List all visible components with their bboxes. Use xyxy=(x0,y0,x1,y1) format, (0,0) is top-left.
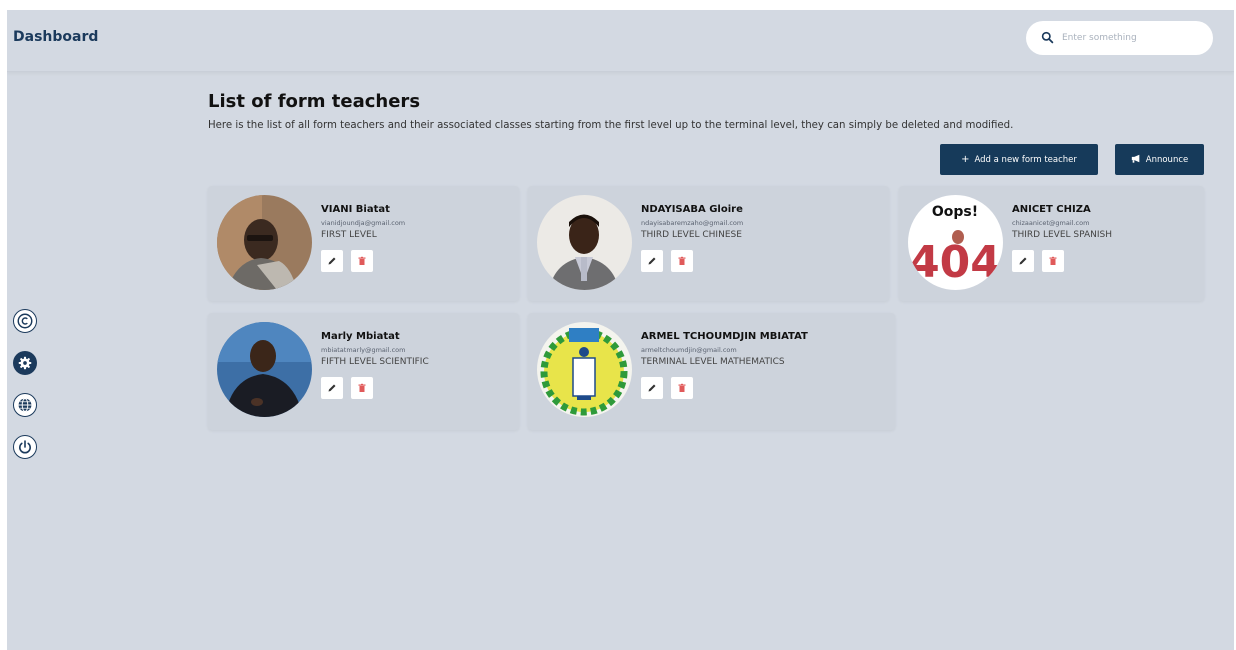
page-title: List of form teachers xyxy=(208,91,421,112)
teacher-email: ndayisabaremzaho@gmail.com xyxy=(641,219,744,227)
teacher-level: FIFTH LEVEL SCIENTIFIC xyxy=(321,357,429,367)
copyright-icon xyxy=(17,313,33,329)
teacher-name: NDAYISABA Gloire xyxy=(641,204,743,215)
delete-button[interactable] xyxy=(351,250,373,272)
delete-button[interactable] xyxy=(1042,250,1064,272)
card-actions xyxy=(641,250,743,272)
plus-icon: + xyxy=(961,154,970,165)
teacher-avatar: Oops! 404 xyxy=(908,195,1003,290)
card-actions xyxy=(641,377,808,399)
power-icon xyxy=(19,440,31,454)
side-rail xyxy=(13,309,39,477)
teacher-email: vianidjoundja@gmail.com xyxy=(321,219,406,227)
globe-icon xyxy=(18,398,32,412)
teacher-name: Marly Mbiatat xyxy=(321,331,400,342)
teacher-level: FIRST LEVEL xyxy=(321,230,377,240)
app-title: Dashboard xyxy=(13,29,99,45)
teacher-avatar xyxy=(217,195,312,290)
teacher-level: THIRD LEVEL SPANISH xyxy=(1012,230,1112,240)
copyright-button[interactable] xyxy=(13,309,37,333)
teacher-card: Marly Mbiatat mbiatatmarly@gmail.com FIF… xyxy=(208,313,519,430)
add-form-teacher-button[interactable]: + Add a new form teacher xyxy=(940,144,1098,175)
edit-button[interactable] xyxy=(321,250,343,272)
teacher-level: THIRD LEVEL CHINESE xyxy=(641,230,742,240)
teacher-card: Oops! 404 ANICET CHIZA chizaanicet@gmail… xyxy=(899,186,1204,301)
settings-icon xyxy=(18,356,32,370)
announce-label: Announce xyxy=(1145,154,1189,165)
teacher-card: VIANI Biatat vianidjoundja@gmail.com FIR… xyxy=(208,186,519,301)
add-form-teacher-label: Add a new form teacher xyxy=(974,154,1077,165)
search-input[interactable] xyxy=(1062,33,1192,43)
teacher-avatar xyxy=(537,322,632,417)
edit-button[interactable] xyxy=(641,250,663,272)
teacher-info: ANICET CHIZA chizaanicet@gmail.com THIRD… xyxy=(1012,204,1112,272)
megaphone-icon xyxy=(1131,154,1141,166)
delete-button[interactable] xyxy=(671,377,693,399)
page-subtitle: Here is the list of all form teachers an… xyxy=(208,120,1014,131)
teacher-info: NDAYISABA Gloire ndayisabaremzaho@gmail.… xyxy=(641,204,743,272)
trash-icon xyxy=(678,383,686,392)
teacher-info: VIANI Biatat vianidjoundja@gmail.com FIR… xyxy=(321,204,405,272)
announce-button[interactable]: Announce xyxy=(1115,144,1204,175)
teacher-level: TERMINAL LEVEL MATHEMATICS xyxy=(641,357,785,367)
teacher-info: ARMEL TCHOUMDJIN MBIATAT armeltchoumdjin… xyxy=(641,331,808,399)
trash-icon xyxy=(1049,256,1057,265)
edit-button[interactable] xyxy=(321,377,343,399)
pencil-icon xyxy=(328,257,336,265)
search-icon xyxy=(1041,29,1054,48)
teacher-card: ARMEL TCHOUMDJIN MBIATAT armeltchoumdjin… xyxy=(528,313,895,430)
delete-button[interactable] xyxy=(671,250,693,272)
trash-icon xyxy=(358,383,366,392)
avatar-error-text: Oops! xyxy=(932,204,978,220)
teacher-avatar xyxy=(217,322,312,417)
teacher-email: armeltchoumdjin@gmail.com xyxy=(641,346,737,354)
pencil-icon xyxy=(648,257,656,265)
avatar-error-number: 404 xyxy=(909,237,1001,288)
card-actions xyxy=(1012,250,1112,272)
edit-button[interactable] xyxy=(1012,250,1034,272)
pencil-icon xyxy=(648,384,656,392)
trash-icon xyxy=(358,256,366,265)
logout-button[interactable] xyxy=(13,435,37,459)
pencil-icon xyxy=(1019,257,1027,265)
app-window: Dashboard List of form teachers Here is … xyxy=(7,10,1234,650)
edit-button[interactable] xyxy=(641,377,663,399)
card-actions xyxy=(321,250,405,272)
teacher-avatar xyxy=(537,195,632,290)
settings-button[interactable] xyxy=(13,351,37,375)
globe-button[interactable] xyxy=(13,393,37,417)
teacher-card: NDAYISABA Gloire ndayisabaremzaho@gmail.… xyxy=(528,186,889,301)
card-actions xyxy=(321,377,429,399)
trash-icon xyxy=(678,256,686,265)
teacher-name: ARMEL TCHOUMDJIN MBIATAT xyxy=(641,331,808,342)
search-box[interactable] xyxy=(1026,21,1213,55)
teacher-name: VIANI Biatat xyxy=(321,204,390,215)
top-bar: Dashboard xyxy=(7,10,1234,72)
teacher-email: chizaanicet@gmail.com xyxy=(1012,219,1090,227)
teacher-name: ANICET CHIZA xyxy=(1012,204,1091,215)
teacher-info: Marly Mbiatat mbiatatmarly@gmail.com FIF… xyxy=(321,331,429,399)
teacher-email: mbiatatmarly@gmail.com xyxy=(321,346,406,354)
delete-button[interactable] xyxy=(351,377,373,399)
pencil-icon xyxy=(328,384,336,392)
